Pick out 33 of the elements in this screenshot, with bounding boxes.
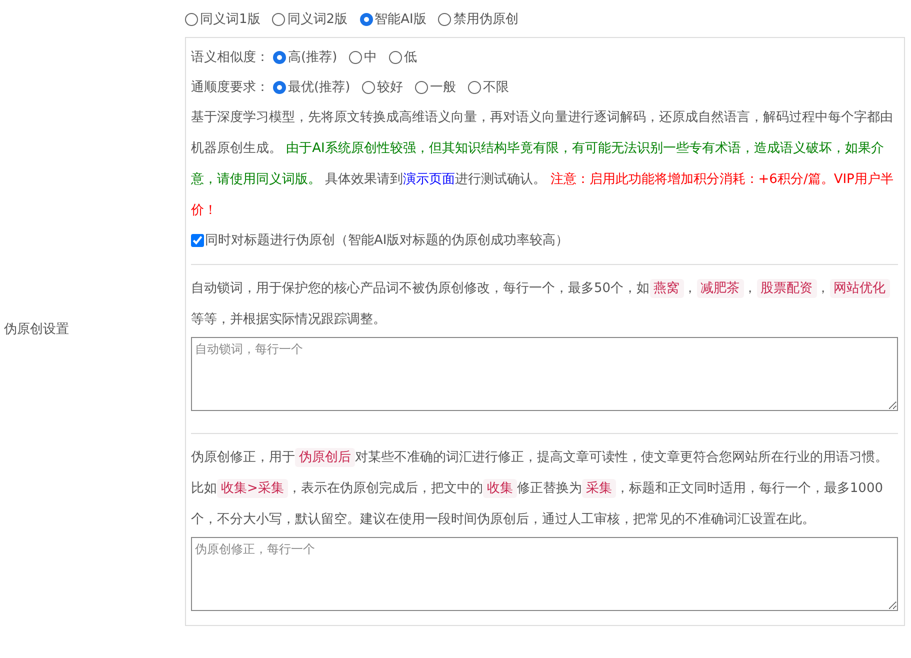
correction-field[interactable]: 伪原创修正，每行一个 bbox=[191, 537, 898, 611]
correction-description: 伪原创修正，用于 伪原创后 对某些不准确的词汇进行修正，提高文章可读性，使文章更符合您网站所在行业的用语习惯。比如 收集>采集 ，表示在伪原创完成后，把文中的 收集 修正替换为 采集 ，标题和正文同时适用，每行一个，最多1000个，不分大小写，默认留空。建议在使用一段时间伪原创后，通过人工审核，把常见的不准确词汇设置在此。 bbox=[191, 447, 889, 529]
radio-button[interactable] bbox=[362, 80, 376, 94]
radio-button[interactable] bbox=[415, 80, 428, 94]
option-label[interactable]: 低 bbox=[404, 48, 418, 66]
checkbox[interactable] bbox=[191, 234, 204, 246]
checkbox-label[interactable]: 同时对标题进行伪原创（智能AI版对标题的伪原创成功率较高） bbox=[205, 231, 569, 249]
description-text: 基于深度学习模型，先将原文转换成高维语义向量，再对语义向量进行逐词解码，还原成自然语言，解码过程中每个字都由机器原创生成。 由于AI系统原创性较强，但其知识结构毕竟有限，有可能无法识别一些专有术语，造成语义破坏，如果介意，请使用同义词版。 具体效果请到演示页面进行测试确认。 注意：启用此功能将增加积分消耗：+6积分/篇。VIP用户半价！ bbox=[191, 109, 894, 220]
demo-page-link[interactable]: 演示页面 bbox=[403, 172, 456, 187]
radio-button[interactable] bbox=[273, 80, 286, 94]
radio-button[interactable] bbox=[468, 80, 482, 94]
option-label[interactable]: 同义词1版 bbox=[200, 10, 260, 28]
radio-button[interactable] bbox=[438, 12, 452, 26]
lock-words-field[interactable]: 自动锁词，每行一个 bbox=[191, 337, 898, 411]
option-label[interactable]: 智能AI版 bbox=[374, 10, 426, 28]
option-label[interactable]: 最优(推荐) bbox=[288, 78, 350, 96]
option-label[interactable]: 中 bbox=[364, 48, 378, 66]
radio-button[interactable] bbox=[360, 12, 373, 26]
lock-words-description: 自动锁词，用于保护您的核心产品词不被伪原创修改，每行一个，最多50个，如 燕窝 ， 减肥茶 ， 股票配资 ， 网站优化 等等，并根据实际情况跟踪调整。 bbox=[191, 273, 898, 335]
option-label[interactable]: 高(推荐) bbox=[288, 48, 338, 66]
option-label[interactable]: 同义词2版 bbox=[287, 10, 348, 28]
option-label[interactable]: 一般 bbox=[430, 78, 456, 96]
option-label[interactable]: 较好 bbox=[377, 78, 404, 96]
option-label[interactable]: 不限 bbox=[483, 78, 510, 96]
radio-button[interactable] bbox=[272, 12, 286, 26]
section-label: 伪原创设置 bbox=[4, 321, 69, 338]
radio-button[interactable] bbox=[389, 50, 402, 64]
radio-button[interactable] bbox=[349, 50, 362, 64]
radio-button[interactable] bbox=[273, 50, 286, 64]
option-label[interactable]: 禁用伪原创 bbox=[453, 10, 518, 28]
field-label: 语义相似度： bbox=[191, 49, 269, 66]
field-label: 通顺度要求： bbox=[191, 79, 269, 96]
radio-button[interactable] bbox=[185, 12, 198, 26]
